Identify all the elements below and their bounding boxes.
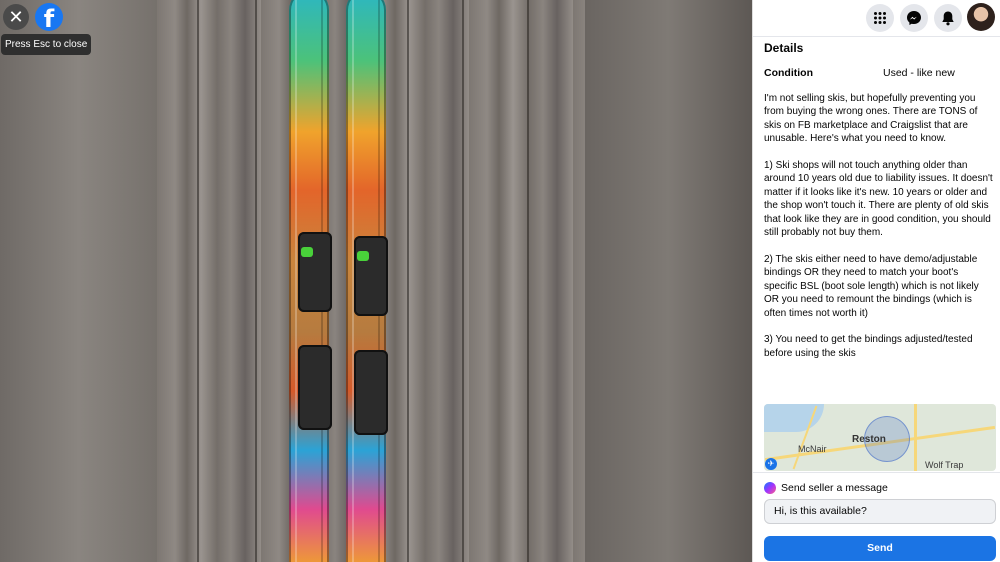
top-bar: [753, 0, 1000, 37]
condition-label: Condition: [764, 67, 813, 79]
send-message-header: Send seller a message: [764, 482, 888, 494]
listing-description: I'm not selling skis, but hopefully prev…: [764, 93, 993, 359]
condition-value: Used - like new: [883, 67, 955, 79]
listing-photo[interactable]: [157, 0, 585, 562]
send-button[interactable]: Send: [764, 536, 996, 561]
message-input[interactable]: Hi, is this available?: [764, 499, 996, 524]
floor-seam: [407, 0, 409, 562]
send-message-label: Send seller a message: [781, 482, 888, 494]
ski-binding-heel: [354, 350, 388, 435]
binding-accent: [301, 247, 313, 257]
messenger-icon: [764, 482, 776, 494]
floor-seam: [255, 0, 257, 562]
marketplace-listing-viewer: ✕ f Press Esc to close Details Condition…: [0, 0, 1000, 562]
condition-row: Condition Used - like new: [764, 67, 994, 81]
floor-seam: [462, 0, 464, 562]
messenger-icon[interactable]: [900, 4, 928, 32]
binding-accent: [357, 251, 369, 261]
map-road: [914, 404, 917, 471]
close-icon[interactable]: ✕: [3, 4, 29, 30]
ski-binding-heel: [298, 345, 332, 430]
notifications-bell-icon[interactable]: [934, 4, 962, 32]
map-label-wolf-trap: Wolf Trap: [925, 460, 964, 470]
esc-tooltip: Press Esc to close: [1, 34, 92, 55]
listing-details-panel: Details Condition Used - like new I'm no…: [752, 0, 1000, 562]
account-avatar[interactable]: [967, 3, 995, 31]
photo-viewer: ✕ f Press Esc to close: [0, 0, 752, 562]
location-map[interactable]: Reston McNair Wolf Trap ✈: [764, 404, 996, 471]
floor-seam: [197, 0, 199, 562]
map-label-reston: Reston: [852, 434, 886, 445]
blurred-background-left: [0, 0, 157, 562]
ski-binding-toe: [354, 236, 388, 316]
map-label-mcnair: McNair: [798, 444, 827, 454]
facebook-logo[interactable]: f: [35, 3, 63, 31]
ski-binding-toe: [298, 232, 332, 312]
airport-icon: ✈: [765, 458, 777, 470]
details-heading: Details: [764, 41, 804, 55]
floor-seam: [527, 0, 529, 562]
menu-grid-icon[interactable]: [866, 4, 894, 32]
send-message-section: Send seller a message Hi, is this availa…: [753, 472, 1000, 562]
blurred-background-right: [585, 0, 752, 562]
